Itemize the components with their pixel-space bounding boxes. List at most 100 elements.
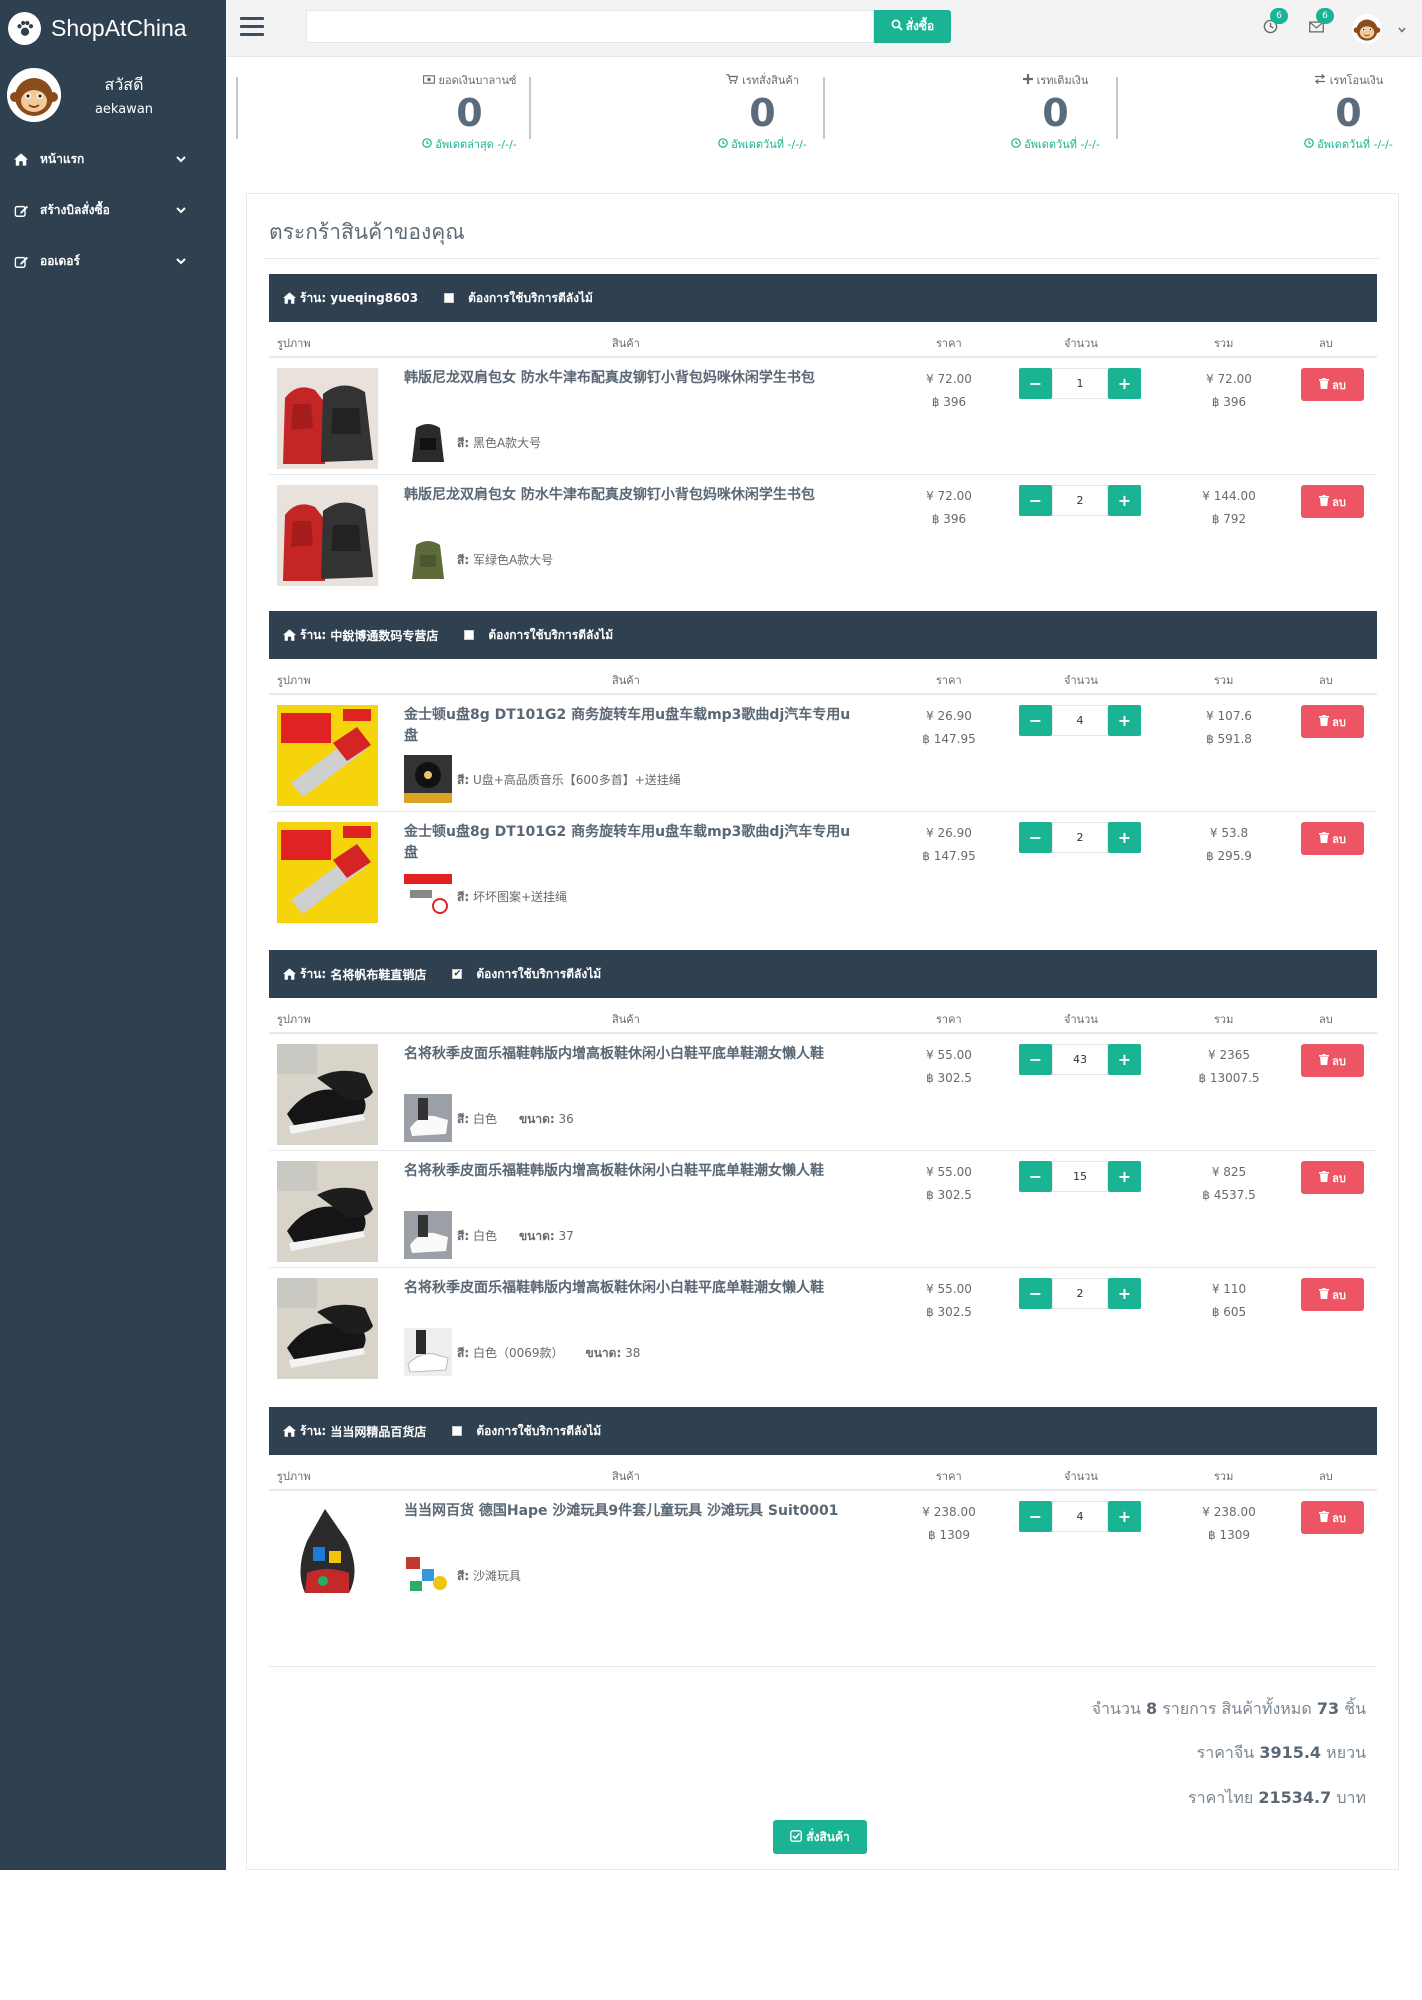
product-image[interactable]: [277, 822, 378, 923]
cart-item-row: 韩版尼龙双肩包女 防水牛津布配真皮铆钉小背包妈咪休闲学生书包 สี: 军绿色A款…: [269, 475, 1377, 592]
col-price: ราคา: [936, 674, 962, 687]
quantity-input[interactable]: 4: [1052, 705, 1108, 736]
decrement-button[interactable]: −: [1019, 705, 1052, 736]
col-total: รวม: [1214, 674, 1234, 687]
stat-foot: อัพเดตล่าสุด -/-/-: [435, 138, 517, 151]
increment-button[interactable]: +: [1108, 705, 1141, 736]
increment-button[interactable]: +: [1108, 368, 1141, 399]
delete-button[interactable]: ลบ: [1301, 1161, 1364, 1194]
price-cny: ¥ 55.00: [926, 1048, 972, 1062]
quantity-stepper: −4 +: [1019, 705, 1143, 736]
product-name[interactable]: 金士顿u盘8g DT101G2 商务旋转车用u盘车载mp3歌曲dj汽车专用u盘: [404, 705, 864, 747]
delete-button[interactable]: ลบ: [1301, 485, 1364, 518]
increment-button[interactable]: +: [1108, 1278, 1141, 1309]
increment-button[interactable]: +: [1108, 485, 1141, 516]
quantity-stepper: −15 +: [1019, 1161, 1143, 1192]
edit-icon: [12, 253, 30, 271]
title-divider: [263, 258, 1379, 259]
avatar[interactable]: [7, 67, 61, 122]
col-product: สินค้า: [612, 337, 640, 350]
delete-button[interactable]: ลบ: [1301, 1044, 1364, 1077]
crate-service-checkbox[interactable]: [444, 293, 455, 303]
color-prefix: สี:: [457, 890, 470, 904]
stat-balance: ยอดเงินบาลานซ์ 0 อัพเดตล่าสุด -/-/-: [323, 57, 616, 160]
col-total: รวม: [1214, 337, 1234, 350]
product-name[interactable]: 名将秋季皮面乐福鞋韩版内增高板鞋休闲小白鞋平底单鞋潮女懒人鞋: [404, 1044, 864, 1065]
sidebar-item-home[interactable]: หน้าแรก: [0, 134, 226, 185]
price-cny: ¥ 55.00: [926, 1165, 972, 1179]
product-name[interactable]: 名将秋季皮面乐福鞋韩版内增高板鞋休闲小白鞋平底单鞋潮女懒人鞋: [404, 1278, 864, 1299]
product-image[interactable]: [277, 1161, 378, 1262]
home-icon: [283, 629, 296, 641]
product-name[interactable]: 韩版尼龙双肩包女 防水牛津布配真皮铆钉小背包妈咪休闲学生书包: [404, 485, 864, 506]
variant-image: [404, 755, 452, 803]
search-input[interactable]: [306, 10, 874, 43]
product-image[interactable]: [277, 485, 378, 586]
home-icon: [12, 151, 30, 169]
crate-service-checkbox[interactable]: [464, 630, 475, 640]
shop-section: ร้าน: yueqing8603 ต้องการใช้บริการตีลังไ…: [269, 274, 1377, 592]
clock-icon: [718, 137, 728, 151]
brand[interactable]: ShopAtChina: [0, 0, 226, 57]
profile: สวัสดี aekawan: [0, 57, 226, 132]
decrement-button[interactable]: −: [1019, 822, 1052, 853]
product-image[interactable]: [277, 368, 378, 469]
variant-size: 37: [558, 1229, 574, 1243]
menu-toggle-icon[interactable]: [240, 17, 264, 37]
shop-name: yueqing8603: [330, 291, 419, 305]
total-cny: ¥ 107.6: [1206, 709, 1252, 723]
quantity-input[interactable]: 1: [1052, 368, 1108, 399]
sidebar-item-orders[interactable]: ออเดอร์: [0, 236, 226, 287]
quantity-input[interactable]: 2: [1052, 485, 1108, 516]
messages-button[interactable]: 6: [1306, 8, 1334, 38]
product-name[interactable]: 当当网百货 德国Hape 沙滩玩具9件套儿童玩具 沙滩玩具 Suit0001: [404, 1501, 864, 1522]
decrement-button[interactable]: −: [1019, 368, 1052, 399]
quantity-input[interactable]: 2: [1052, 822, 1108, 853]
decrement-button[interactable]: −: [1019, 1044, 1052, 1075]
shop-name: 中銳博通数码专营店: [330, 628, 439, 643]
increment-button[interactable]: +: [1108, 1044, 1141, 1075]
product-image[interactable]: [277, 1278, 378, 1379]
product-image[interactable]: [277, 1044, 378, 1145]
quantity-input[interactable]: 15: [1052, 1161, 1108, 1192]
chevron-down-icon: [176, 254, 186, 268]
crate-service-checkbox[interactable]: [452, 1426, 463, 1436]
decrement-button[interactable]: −: [1019, 1501, 1052, 1532]
product-image[interactable]: [277, 705, 378, 806]
decrement-button[interactable]: −: [1019, 1161, 1052, 1192]
place-order-button[interactable]: สั่งสินค้า: [773, 1820, 867, 1854]
quantity-input[interactable]: 4: [1052, 1501, 1108, 1532]
decrement-button[interactable]: −: [1019, 485, 1052, 516]
sidebar-item-create-bill[interactable]: สร้างบิลสั่งซื้อ: [0, 185, 226, 236]
delete-button[interactable]: ลบ: [1301, 705, 1364, 738]
variant-color: 黑色A款大号: [472, 436, 542, 450]
notification-button[interactable]: 6: [1260, 8, 1288, 38]
caret-down-icon[interactable]: [1398, 22, 1406, 36]
delete-button[interactable]: ลบ: [1301, 822, 1364, 855]
crate-service-checkbox[interactable]: ✔: [452, 969, 463, 979]
quantity-input[interactable]: 2: [1052, 1278, 1108, 1309]
delete-button[interactable]: ลบ: [1301, 1278, 1364, 1311]
notification-badge: 6: [1270, 8, 1288, 24]
product-name[interactable]: 韩版尼龙双肩包女 防水牛津布配真皮铆钉小背包妈咪休闲学生书包: [404, 368, 864, 389]
shop-header: ร้าน: yueqing8603 ต้องการใช้บริการตีลังไ…: [269, 274, 1377, 322]
product-image[interactable]: [277, 1501, 378, 1602]
user-avatar[interactable]: [1352, 14, 1382, 44]
increment-button[interactable]: +: [1108, 1161, 1141, 1192]
cart-icon: [726, 73, 739, 87]
delete-button[interactable]: ลบ: [1301, 368, 1364, 401]
col-delete: ลบ: [1319, 337, 1333, 350]
summary-unit: บาท: [1336, 1788, 1366, 1807]
col-total: รวม: [1214, 1013, 1234, 1026]
increment-button[interactable]: +: [1108, 822, 1141, 853]
product-name[interactable]: 金士顿u盘8g DT101G2 商务旋转车用u盘车载mp3歌曲dj汽车专用u盘: [404, 822, 864, 864]
delete-label: ลบ: [1332, 1054, 1346, 1068]
increment-button[interactable]: +: [1108, 1501, 1141, 1532]
delete-button[interactable]: ลบ: [1301, 1501, 1364, 1534]
quantity-input[interactable]: 43: [1052, 1044, 1108, 1075]
cart-item-row: 金士顿u盘8g DT101G2 商务旋转车用u盘车载mp3歌曲dj汽车专用u盘 …: [269, 812, 1377, 929]
decrement-button[interactable]: −: [1019, 1278, 1052, 1309]
order-search-button[interactable]: สั่งซื้อ: [874, 10, 951, 43]
product-name[interactable]: 名将秋季皮面乐福鞋韩版内增高板鞋休闲小白鞋平底单鞋潮女懒人鞋: [404, 1161, 864, 1182]
chevron-down-icon: [176, 152, 186, 166]
